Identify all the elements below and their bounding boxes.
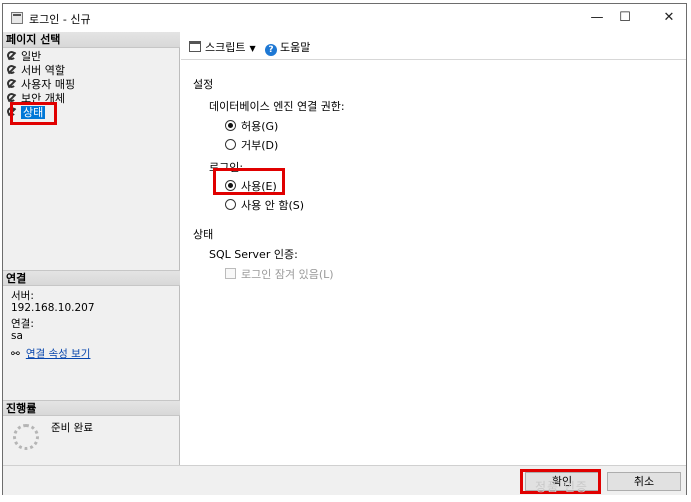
disabled-radio[interactable]: 사용 안 함(S) xyxy=(225,197,304,213)
locked-out-checkbox: 로그인 잠겨 있음(L) xyxy=(225,266,334,282)
activation-watermark: 정품 인증 xyxy=(535,480,588,494)
status-highlight-box xyxy=(10,102,57,125)
radio-selected-icon xyxy=(225,120,236,131)
server-value: 192.168.10.207 xyxy=(11,302,95,314)
enabled-highlight-box xyxy=(213,168,285,195)
help-label: 도움말 xyxy=(280,41,311,54)
page-item-general[interactable]: 일반 xyxy=(7,50,41,64)
settings-header: 설정 xyxy=(193,78,214,91)
server-label: 서버: xyxy=(11,290,34,302)
progress-spinner-icon xyxy=(13,424,39,450)
script-icon xyxy=(189,41,201,52)
page-item-label: 서버 역할 xyxy=(21,64,65,77)
radio-unselected-icon xyxy=(225,199,236,210)
deny-label: 거부(D) xyxy=(241,139,279,152)
wrench-icon xyxy=(7,65,17,75)
progress-status: 준비 완료 xyxy=(51,422,93,434)
page-item-server-roles[interactable]: 서버 역할 xyxy=(7,64,65,78)
connection-header: 연결 xyxy=(3,270,180,286)
connection-value: sa xyxy=(11,330,23,342)
close-button[interactable]: ✕ xyxy=(647,4,691,32)
view-properties-link[interactable]: 연결 속성 보기 xyxy=(26,348,91,360)
page-item-label: 사용자 매핑 xyxy=(21,78,76,91)
left-panel: 페이지 선택 일반 서버 역할 사용자 매핑 보안 개체 상태 연결 서버: 1… xyxy=(3,32,180,465)
login-new-dialog: 로그인 - 신규 — ☐ ✕ 페이지 선택 일반 서버 역할 사용자 매핑 보안… xyxy=(2,3,687,495)
connection-label: 연결: xyxy=(11,318,34,330)
disabled-label: 사용 안 함(S) xyxy=(241,199,305,212)
wrench-icon xyxy=(7,79,17,89)
wrench-icon xyxy=(7,51,17,61)
connection-properties-icon: ⚯ xyxy=(11,348,20,360)
page-item-label: 일반 xyxy=(21,50,42,63)
status-header: 상태 xyxy=(193,228,214,241)
help-icon: ? xyxy=(265,44,277,56)
script-label: 스크립트 xyxy=(205,41,246,54)
cancel-button[interactable]: 취소 xyxy=(607,472,681,491)
help-button[interactable]: ? 도움말 xyxy=(265,39,310,56)
progress-header: 진행률 xyxy=(3,400,180,416)
title-bar: 로그인 - 신규 — ☐ ✕ xyxy=(3,4,686,32)
view-connection-properties[interactable]: ⚯ 연결 속성 보기 xyxy=(11,348,90,360)
main-panel: 스크립트 ▼ ? 도움말 설정 데이터베이스 엔진 연결 권한: 허용(G) 거부(… xyxy=(181,32,686,465)
sql-auth-label: SQL Server 인증: xyxy=(209,248,298,261)
page-item-user-mapping[interactable]: 사용자 매핑 xyxy=(7,78,75,92)
chevron-down-icon: ▼ xyxy=(249,44,256,53)
app-icon xyxy=(11,12,23,24)
db-engine-permission-label: 데이터베이스 엔진 연결 권한: xyxy=(209,100,345,113)
deny-radio[interactable]: 거부(D) xyxy=(225,137,278,153)
window-title: 로그인 - 신규 xyxy=(29,13,91,26)
checkbox-icon xyxy=(225,268,236,279)
toolbar: 스크립트 ▼ ? 도움말 xyxy=(181,32,686,60)
maximize-icon: ☐ xyxy=(619,10,631,25)
maximize-button[interactable]: ☐ xyxy=(603,4,647,32)
script-button[interactable]: 스크립트 ▼ xyxy=(189,39,256,55)
minimize-icon: — xyxy=(590,10,604,25)
locked-out-label: 로그인 잠겨 있음(L) xyxy=(241,268,334,281)
grant-radio[interactable]: 허용(G) xyxy=(225,118,278,134)
radio-unselected-icon xyxy=(225,139,236,150)
grant-label: 허용(G) xyxy=(241,120,279,133)
close-icon: ✕ xyxy=(663,10,675,25)
select-page-header: 페이지 선택 xyxy=(3,32,180,48)
